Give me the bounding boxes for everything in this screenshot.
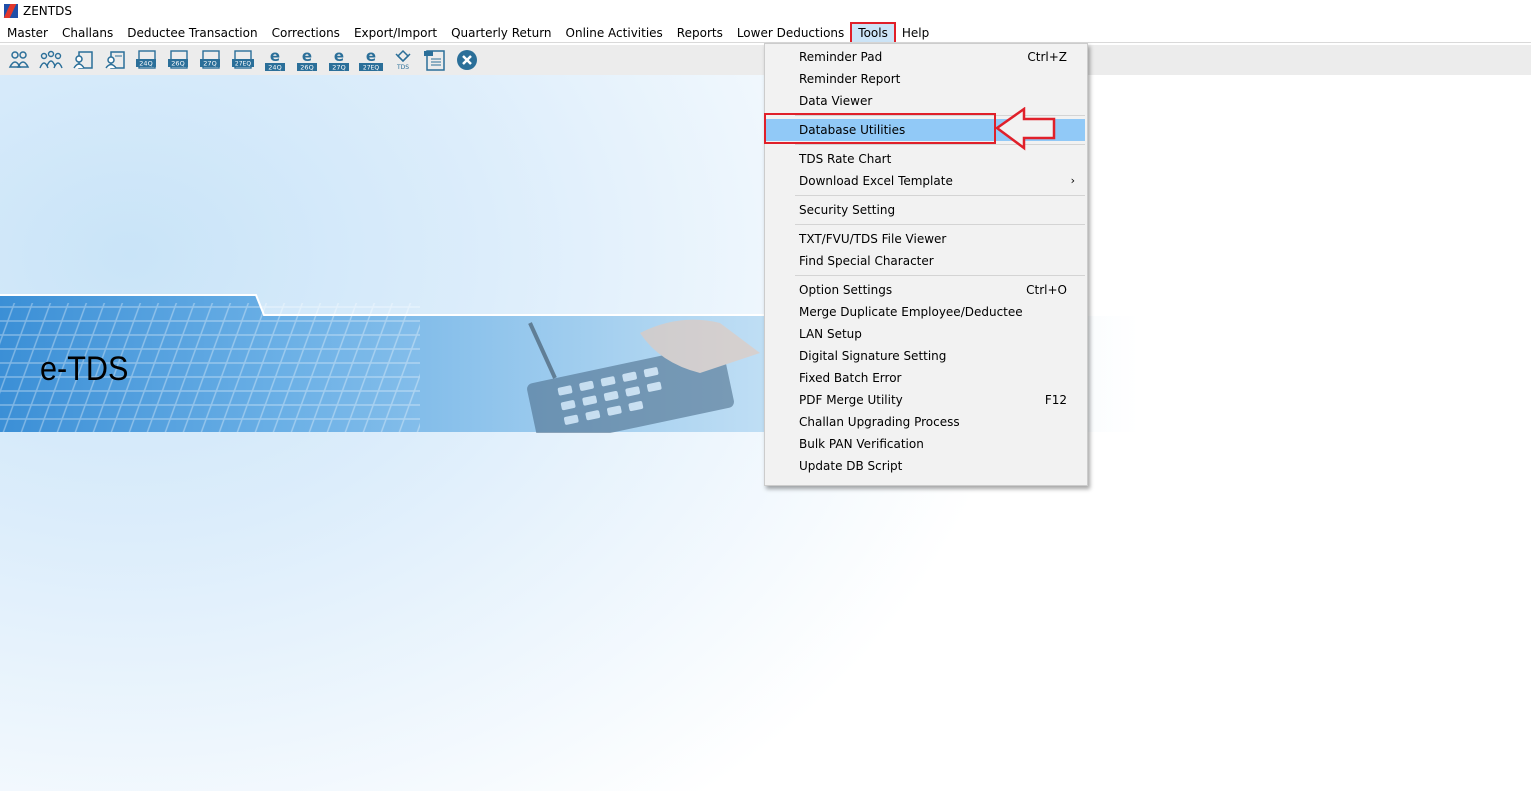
menu-item-lan-setup[interactable]: LAN Setup <box>765 323 1087 345</box>
tds-logo-label: TDS <box>396 64 409 71</box>
annotation-arrow-icon <box>994 107 1056 151</box>
menu-item-security-setting[interactable]: Security Setting <box>765 199 1087 221</box>
group-icon[interactable] <box>35 46 67 74</box>
menu-item-shortcut: Ctrl+O <box>1026 283 1067 297</box>
form-24q-label: 24Q <box>139 60 152 68</box>
document-icon[interactable] <box>419 46 451 74</box>
menu-item-tds-rate-chart[interactable]: TDS Rate Chart <box>765 148 1087 170</box>
form-27eq-icon[interactable]: 27EQ <box>227 46 259 74</box>
menu-master[interactable]: Master <box>0 23 55 43</box>
efile-24q-icon[interactable]: e 24Q <box>259 46 291 74</box>
menu-separator <box>795 224 1085 225</box>
tds-logo-icon[interactable]: TDS <box>387 46 419 74</box>
menu-item-label: Data Viewer <box>799 94 873 108</box>
users-icon[interactable] <box>3 46 35 74</box>
menu-item-digital-signature-setting[interactable]: Digital Signature Setting <box>765 345 1087 367</box>
menu-item-bulk-pan-verification[interactable]: Bulk PAN Verification <box>765 433 1087 455</box>
menu-item-reminder-pad[interactable]: Reminder Pad Ctrl+Z <box>765 46 1087 68</box>
form-26q-icon[interactable]: 26Q <box>163 46 195 74</box>
menu-item-merge-duplicate[interactable]: Merge Duplicate Employee/Deductee <box>765 301 1087 323</box>
menu-item-label: Reminder Pad <box>799 50 883 64</box>
menu-lower-deductions[interactable]: Lower Deductions <box>730 23 851 43</box>
person-form-icon[interactable] <box>67 46 99 74</box>
annotation-highlight-box <box>764 113 996 144</box>
menu-bar: Master Challans Deductee Transaction Cor… <box>0 21 1531 44</box>
form-27q-icon[interactable]: 27Q <box>195 46 227 74</box>
menu-export-import[interactable]: Export/Import <box>347 23 444 43</box>
efile-27eq-icon[interactable]: e 27EQ <box>355 46 387 74</box>
menu-item-download-excel-template[interactable]: Download Excel Template › <box>765 170 1087 192</box>
menu-item-label: Merge Duplicate Employee/Deductee <box>799 305 1023 319</box>
menu-item-label: Reminder Report <box>799 72 901 86</box>
menu-item-label: TXT/FVU/TDS File Viewer <box>799 232 947 246</box>
app-logo-icon <box>3 4 18 18</box>
menu-tools[interactable]: Tools <box>850 21 896 44</box>
menu-item-file-viewer[interactable]: TXT/FVU/TDS File Viewer <box>765 228 1087 250</box>
menu-item-label: Bulk PAN Verification <box>799 437 924 451</box>
menu-item-pdf-merge-utility[interactable]: PDF Merge Utility F12 <box>765 389 1087 411</box>
banner-title: e-TDS <box>40 350 129 388</box>
svg-text:e: e <box>366 48 376 65</box>
menu-corrections[interactable]: Corrections <box>265 23 347 43</box>
menu-item-option-settings[interactable]: Option Settings Ctrl+O <box>765 279 1087 301</box>
menu-item-label: Digital Signature Setting <box>799 349 947 363</box>
menu-item-label: Challan Upgrading Process <box>799 415 960 429</box>
menu-separator <box>795 195 1085 196</box>
menu-item-update-db-script[interactable]: Update DB Script <box>765 455 1087 477</box>
menu-item-label: PDF Merge Utility <box>799 393 903 407</box>
menu-item-label: Update DB Script <box>799 459 903 473</box>
person-form-alt-icon[interactable] <box>99 46 131 74</box>
menu-item-shortcut: F12 <box>1044 393 1067 407</box>
menu-item-shortcut: Ctrl+Z <box>1027 50 1067 64</box>
menu-challans[interactable]: Challans <box>55 23 120 43</box>
menu-separator <box>795 275 1085 276</box>
menu-item-label: Fixed Batch Error <box>799 371 902 385</box>
menu-online-activities[interactable]: Online Activities <box>559 23 670 43</box>
menu-item-label: LAN Setup <box>799 327 862 341</box>
menu-deductee-transaction[interactable]: Deductee Transaction <box>120 23 264 43</box>
svg-text:e: e <box>302 48 312 65</box>
efile-26q-icon[interactable]: e 26Q <box>291 46 323 74</box>
efile-27q-icon[interactable]: e 27Q <box>323 46 355 74</box>
menu-help[interactable]: Help <box>895 23 936 43</box>
svg-text:e: e <box>334 48 344 65</box>
menu-item-find-special-character[interactable]: Find Special Character <box>765 250 1087 272</box>
window-title: ZENTDS <box>23 4 72 18</box>
efile-27q-label: 27Q <box>332 64 345 72</box>
chevron-right-icon: › <box>1070 174 1075 187</box>
form-24q-icon[interactable]: 24Q <box>131 46 163 74</box>
efile-27eq-label: 27EQ <box>363 65 379 72</box>
form-27eq-label: 27EQ <box>235 61 251 68</box>
menu-item-label: Option Settings <box>799 283 893 297</box>
menu-item-challan-upgrading-process[interactable]: Challan Upgrading Process <box>765 411 1087 433</box>
menu-item-label: Security Setting <box>799 203 896 217</box>
efile-24q-label: 24Q <box>268 64 281 72</box>
title-bar: ZENTDS <box>0 0 1531 22</box>
menu-item-fixed-batch-error[interactable]: Fixed Batch Error <box>765 367 1087 389</box>
menu-quarterly-return[interactable]: Quarterly Return <box>444 23 558 43</box>
form-26q-label: 26Q <box>171 60 184 68</box>
menu-item-reminder-report[interactable]: Reminder Report <box>765 68 1087 90</box>
menu-item-label: Find Special Character <box>799 254 934 268</box>
svg-text:e: e <box>270 48 280 65</box>
menu-item-label: Download Excel Template <box>799 174 953 188</box>
close-circle-icon[interactable] <box>451 46 483 74</box>
menu-reports[interactable]: Reports <box>670 23 730 43</box>
menu-item-label: TDS Rate Chart <box>799 152 892 166</box>
form-27q-label: 27Q <box>203 60 216 68</box>
efile-26q-label: 26Q <box>300 64 313 72</box>
